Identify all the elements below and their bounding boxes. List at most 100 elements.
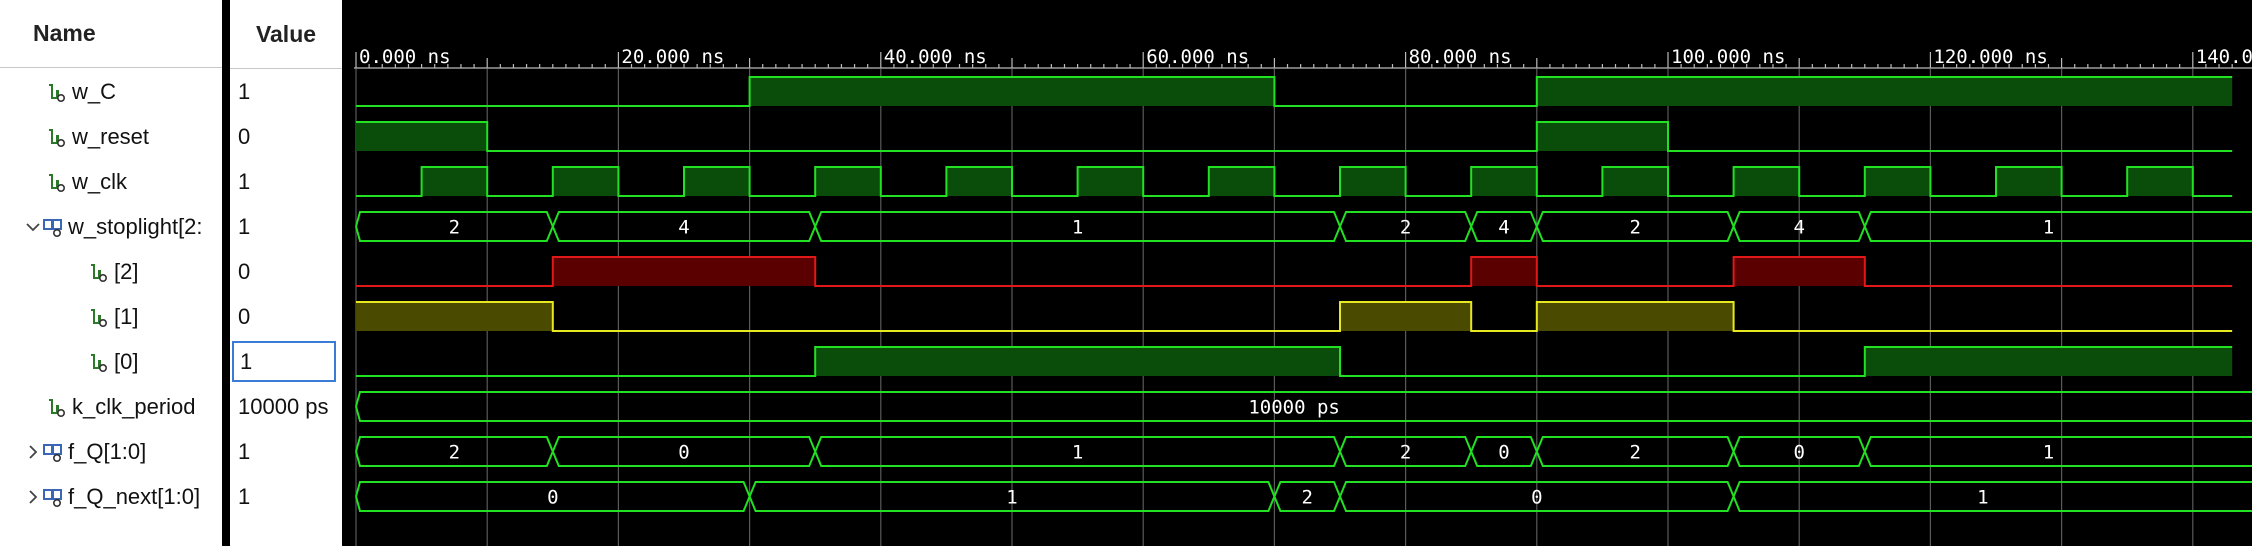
stoplight-bit2-wave-high-fill: [552, 257, 816, 286]
signal-row[interactable]: w_reset 0: [0, 114, 342, 159]
f-q-next-bus-value-label: 1: [1977, 487, 1988, 509]
f-q-next-bus-value-label: 2: [1301, 487, 1312, 509]
w-stoplight-bus-value-label: 4: [1793, 217, 1804, 239]
signal-name: f_Q[1:0]: [68, 438, 147, 464]
chevron-down-icon[interactable]: [24, 216, 42, 238]
ruler-tick-label: 80.000 ns: [1409, 46, 1512, 68]
f-q-bus-segment: [1863, 436, 2252, 467]
signal-name: [2]: [114, 258, 139, 284]
signal-name-cell[interactable]: f_Q_next[1:0]: [24, 474, 222, 519]
stoplight-bit0-wave-high-fill: [1864, 347, 2233, 376]
w-clk-wave-high-fill: [1208, 167, 1275, 196]
ruler-tick-label: 140.0: [2196, 46, 2252, 68]
f-q-next-bus-value-label: 0: [547, 487, 558, 509]
w-stoplight-bus-segment: [1863, 211, 2252, 242]
k-clk-period-bus-value-label: 10000 ps: [1248, 397, 1340, 419]
ruler-tick-label: 120.000 ns: [1933, 46, 2047, 68]
f-q-bus-value-label: 0: [1793, 442, 1804, 464]
signal-row[interactable]: [1] 0: [0, 294, 342, 339]
signal-name-cell[interactable]: [2]: [88, 249, 222, 294]
bus-signal-icon: [42, 486, 64, 508]
f-q-bus-value-label: 1: [2043, 442, 2054, 464]
w-clk-wave-high-fill: [1077, 167, 1144, 196]
signal-name: [1]: [114, 303, 139, 329]
w-stoplight-bus-value-label: 2: [1400, 217, 1411, 239]
signal-name: [0]: [114, 348, 139, 374]
signal-name-cell[interactable]: [1]: [88, 294, 222, 339]
signal-name-cell[interactable]: [0]: [88, 339, 222, 384]
ruler-tick-label: 100.000 ns: [1671, 46, 1785, 68]
signal-row[interactable]: f_Q[1:0] 1: [0, 429, 342, 474]
wire-signal-icon: [46, 126, 68, 148]
signal-value: 0: [238, 258, 251, 284]
signal-name: w_clk: [72, 168, 128, 194]
w-stoplight-bus-value-label: 2: [1629, 217, 1640, 239]
f-q-next-bus-value-label: 1: [1006, 487, 1017, 509]
w-clk-wave-high-fill: [2127, 167, 2193, 196]
wire-signal-icon: [46, 396, 68, 418]
signal-value: 0: [238, 303, 251, 329]
signal-value: 1: [238, 78, 251, 104]
signal-value: 0: [238, 123, 251, 149]
w-clk-wave-high-fill: [1864, 167, 1931, 196]
pane-splitter[interactable]: [342, 0, 354, 546]
value-column-header[interactable]: Value: [230, 0, 342, 69]
w-stoplight-bus-value-label: 4: [678, 217, 689, 239]
wire-signal-icon: [88, 351, 110, 373]
signal-name-cell[interactable]: f_Q[1:0]: [24, 429, 222, 474]
f-q-bus-value-label: 0: [1498, 442, 1509, 464]
signal-row[interactable]: [0] 1: [0, 339, 342, 384]
stoplight-bit1-wave-high-fill: [1536, 302, 1734, 331]
signal-name-cell[interactable]: w_C: [46, 69, 222, 114]
w-clk-wave-high-fill: [552, 167, 619, 196]
signal-row[interactable]: w_stoplight[2: 1: [0, 204, 342, 249]
w-clk-wave-high-fill: [1996, 167, 2062, 196]
w-clk-wave-high-fill: [815, 167, 881, 196]
signal-value-selected[interactable]: 1: [232, 341, 336, 382]
ruler-tick-label: 0.000 ns: [359, 46, 451, 68]
signal-row[interactable]: w_C 1: [0, 69, 342, 114]
stoplight-bit1-wave-trace: [356, 301, 2233, 332]
signal-name: f_Q_next[1:0]: [68, 483, 201, 509]
signal-value: 1: [238, 168, 251, 194]
signal-name: w_reset: [72, 123, 150, 149]
wire-signal-icon: [88, 306, 110, 328]
f-q-bus-value-label: 0: [678, 442, 689, 464]
f-q-bus-value-label: 2: [449, 442, 460, 464]
f-q-next-bus-value-label: 0: [1531, 487, 1542, 509]
bus-signal-icon: [42, 441, 64, 463]
chevron-right-icon[interactable]: [24, 441, 42, 463]
signal-row[interactable]: k_clk_period 10000 ps: [0, 384, 342, 429]
stoplight-bit2-wave-high-fill: [1471, 257, 1537, 286]
waveform-canvas[interactable]: 0.000 ns 20.000 ns 40.000 ns 60.000 ns 80.00…: [354, 0, 2252, 546]
ruler-tick-label: 20.000 ns: [621, 46, 724, 68]
bus-signal-icon: [42, 216, 64, 238]
wire-signal-icon: [46, 171, 68, 193]
w-stoplight-bus-value-label: 1: [2043, 217, 2054, 239]
signal-name: k_clk_period: [72, 393, 196, 419]
chevron-right-icon[interactable]: [24, 486, 42, 508]
signal-row[interactable]: w_clk 1: [0, 159, 342, 204]
signal-name-cell[interactable]: k_clk_period: [46, 384, 222, 429]
w-clk-wave-high-fill: [1602, 167, 1668, 196]
w-clk-wave-high-fill: [684, 167, 750, 196]
signal-name-cell[interactable]: w_clk: [46, 159, 222, 204]
w-clk-wave-trace: [356, 166, 2233, 197]
w-reset-wave-high-fill: [1536, 122, 1668, 151]
signal-name-cell[interactable]: w_reset: [46, 114, 222, 159]
signal-list-pane: Name Value w_C 1 w_reset 0 w_clk 1 w_stoplight…: [0, 0, 350, 546]
name-column-header[interactable]: Name: [0, 0, 222, 68]
stoplight-bit1-wave-high-fill: [1340, 302, 1472, 331]
signal-name: w_C: [72, 78, 117, 104]
ruler-tick-label: 40.000 ns: [884, 46, 987, 68]
w-stoplight-bus-value-label: 4: [1498, 217, 1509, 239]
stoplight-bit0-wave-high-fill: [815, 347, 1340, 376]
column-divider[interactable]: [222, 0, 230, 546]
signal-value: 1: [238, 438, 251, 464]
signal-row[interactable]: [2] 0: [0, 249, 342, 294]
ruler-tick-label: 60.000 ns: [1146, 46, 1249, 68]
stoplight-bit2-wave-high-fill: [1733, 257, 1865, 286]
w-c-wave-high-fill: [749, 77, 1275, 106]
signal-row[interactable]: f_Q_next[1:0] 1: [0, 474, 342, 519]
signal-name-cell[interactable]: w_stoplight[2:: [24, 204, 222, 249]
